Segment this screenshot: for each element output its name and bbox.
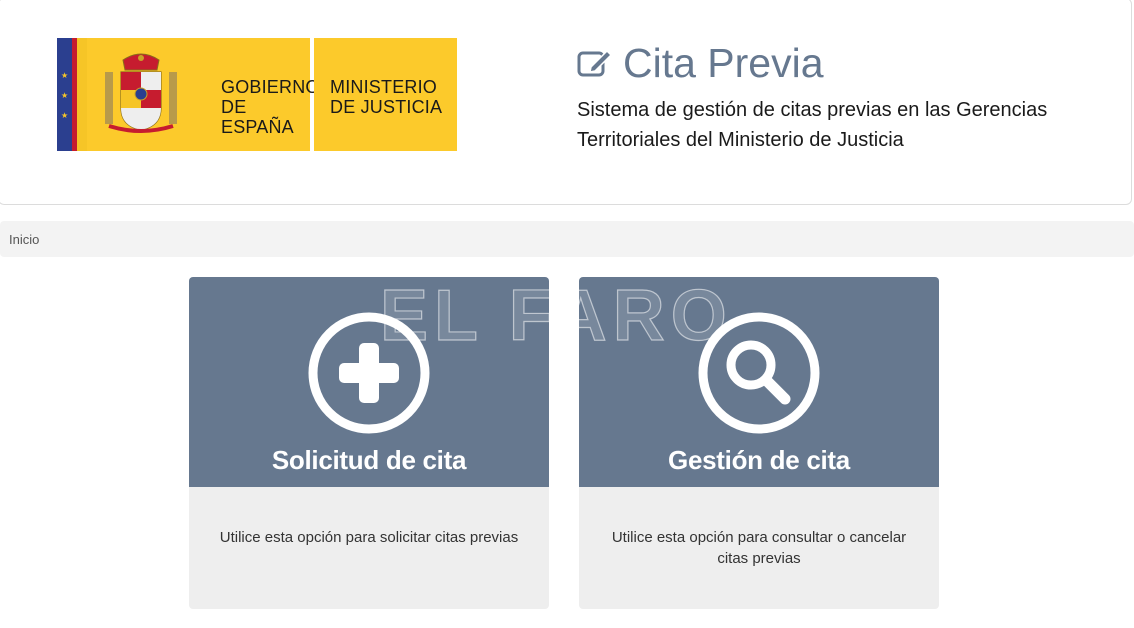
card-description-solicitud: Utilice esta opción para solicitar citas…: [189, 487, 549, 609]
gestion-cita-card[interactable]: Gestión de cita Utilice esta opción para…: [579, 277, 939, 609]
logo-government-line2: DE ESPAÑA: [221, 97, 294, 137]
page-header: ★ ★ ★ GOBIERNO DE ESPAÑA MINISTERIO DE J…: [0, 0, 1132, 205]
plus-circle-icon: [308, 312, 430, 434]
eu-spain-flag-stripe: ★ ★ ★: [57, 38, 87, 151]
subtitle-line-2: Territoriales del Ministerio de Justicia: [577, 129, 904, 151]
logo-ministry-block: MINISTERIO DE JUSTICIA: [314, 38, 457, 151]
breadcrumb-item-inicio[interactable]: Inicio: [9, 232, 39, 247]
solicitud-cita-card[interactable]: Solicitud de cita Utilice esta opción pa…: [189, 277, 549, 609]
card-title-gestion: Gestión de cita: [668, 445, 850, 475]
page-title: Cita Previa: [623, 40, 824, 86]
card-title-solicitud: Solicitud de cita: [271, 445, 467, 475]
card-description-gestion: Utilice esta opción para consultar o can…: [579, 487, 939, 609]
breadcrumb: Inicio: [0, 221, 1134, 257]
search-circle-icon: [698, 312, 820, 434]
edit-icon: [577, 49, 613, 77]
logo-ministry-line1: MINISTERIO: [330, 77, 438, 97]
page-subtitle: Sistema de gestión de citas previas en l…: [577, 95, 1087, 155]
header-title-block: Cita Previa Sistema de gestión de citas …: [577, 41, 1097, 155]
gobierno-espana-logo[interactable]: ★ ★ ★ GOBIERNO DE ESPAÑA MINISTERIO DE J…: [57, 38, 457, 151]
logo-government-block: GOBIERNO DE ESPAÑA: [87, 38, 319, 151]
logo-government-line1: GOBIERNO: [221, 77, 320, 97]
logo-ministry-line2: DE JUSTICIA: [330, 97, 443, 117]
coat-of-arms-icon: [105, 53, 177, 133]
subtitle-line-1: Sistema de gestión de citas previas en l…: [577, 99, 1048, 121]
